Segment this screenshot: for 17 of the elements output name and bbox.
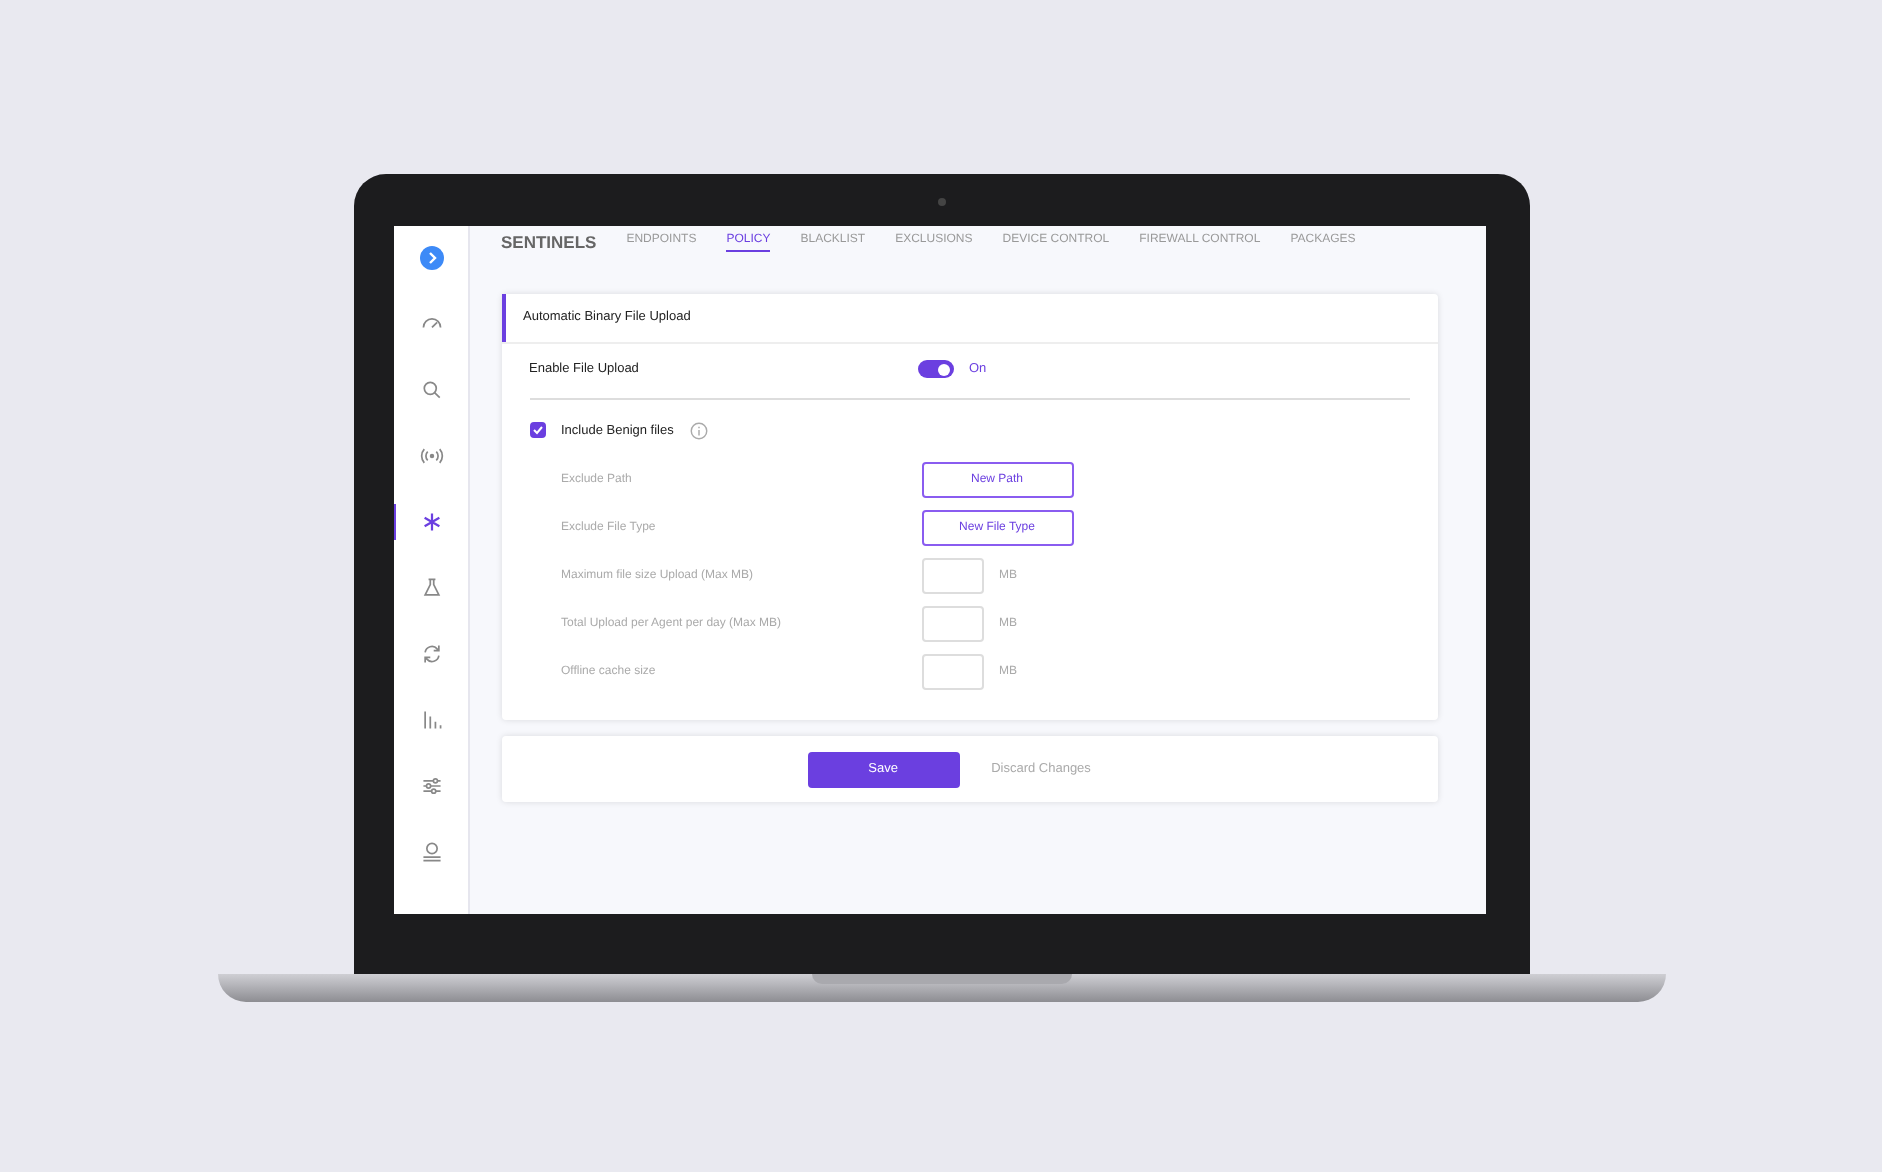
- asterisk-icon: [420, 510, 444, 534]
- toggle-switch[interactable]: [917, 360, 953, 379]
- user-icon: [420, 840, 444, 864]
- sliders-icon: [420, 774, 444, 798]
- number-field[interactable]: [921, 654, 983, 691]
- logo-icon[interactable]: [420, 246, 444, 270]
- number-field[interactable]: [921, 558, 983, 595]
- sync-icon: [420, 642, 444, 666]
- flask-icon: [420, 576, 444, 600]
- checkbox[interactable]: [529, 422, 545, 439]
- camera-dot: [937, 198, 945, 206]
- number-field[interactable]: [921, 606, 983, 643]
- search-icon: [420, 378, 444, 402]
- info-icon[interactable]: [689, 421, 708, 440]
- bar-chart-icon: [420, 708, 444, 732]
- brand-title: SENTINELS: [501, 230, 597, 256]
- broadcast-icon: [420, 444, 444, 468]
